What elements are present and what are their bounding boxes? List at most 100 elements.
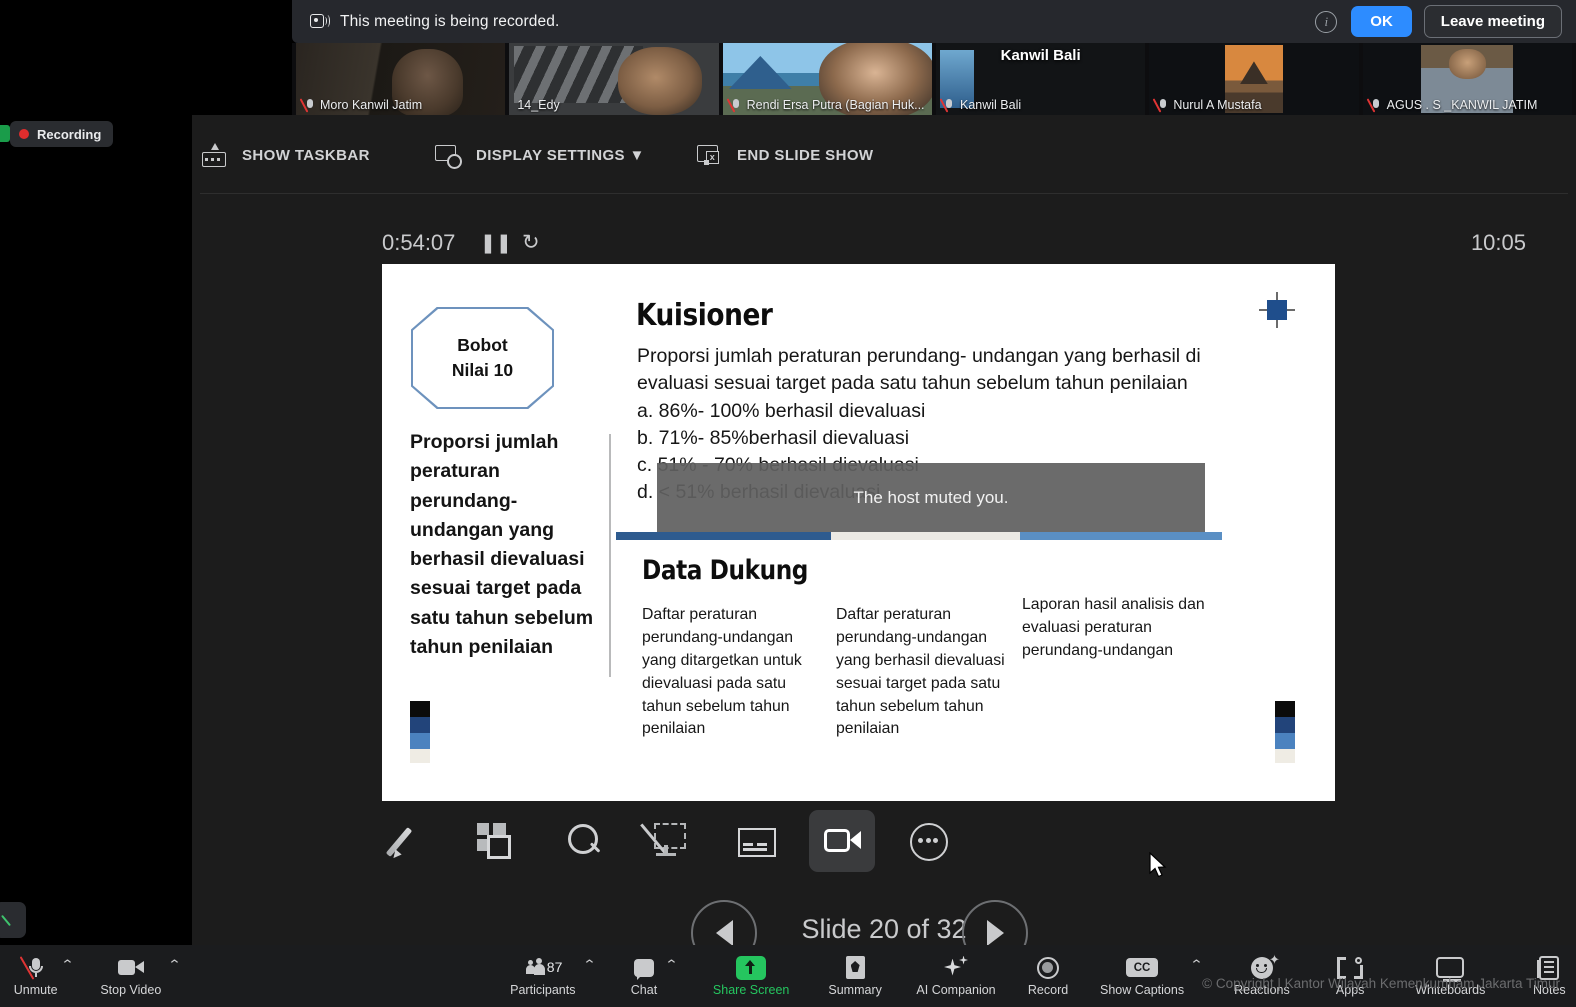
slide-thumbnails-button[interactable] [464,810,530,872]
camera-icon [117,959,144,977]
green-indicator [0,125,10,142]
participant-tile[interactable]: AGUS . S _KANWIL JATIM [1362,43,1572,115]
ai-companion-icon [943,955,969,980]
show-taskbar-button[interactable]: SHOW TASKBAR [200,143,370,167]
captions-caret-icon[interactable]: ⌃ [1189,957,1203,973]
magnifier-icon [564,821,604,861]
recording-camera-icon [310,13,330,30]
pen-icon [3,913,17,927]
video-options-caret-icon[interactable]: ⌃ [168,957,182,973]
participant-tile[interactable]: Rendi Ersa Putra (Bagian Huk... [722,43,932,115]
thumbnails-icon [477,821,517,861]
apps-icon [1337,956,1364,979]
whiteboards-label: Whiteboards [1415,982,1486,997]
pen-tool-button[interactable] [377,810,443,872]
show-taskbar-icon [200,143,226,167]
share-screen-icon [736,955,767,980]
question-text: Proporsi jumlah peraturan perundang- und… [637,345,1201,395]
recording-label: Recording [37,126,102,142]
host-muted-toast: The host muted you. [657,463,1205,532]
chat-button[interactable]: Chat ⌃ [621,945,679,1007]
end-slide-show-button[interactable]: x END SLIDE SHOW [695,143,873,167]
participant-name: Nurul A Mustafa [1173,98,1262,112]
ok-button[interactable]: OK [1351,6,1412,37]
annotation-pen-chip[interactable] [0,902,26,938]
notes-label: Notes [1533,982,1566,997]
stop-video-button[interactable]: Stop Video ⌃ [91,945,182,1007]
info-icon[interactable]: i [1315,10,1338,33]
support-column-3: Laporan hasil analisis dan evaluasi pera… [1022,596,1205,659]
participant-name: AGUS . S _KANWIL JATIM [1386,98,1538,112]
whiteboards-button[interactable]: Whiteboards [1404,945,1497,1007]
notes-button[interactable]: Notes [1523,945,1576,1007]
chat-caret-icon[interactable]: ⌃ [664,957,678,973]
participants-caret-icon[interactable]: ⌃ [583,957,597,973]
pen-icon [390,821,430,861]
mute-icon [944,98,955,112]
participant-name: 14_Edy [517,98,560,112]
weight-badge: Bobot Nilai 10 [413,309,552,407]
display-settings-icon [434,143,462,169]
share-screen-button[interactable]: Share Screen [707,945,796,1007]
ai-companion-button[interactable]: AI Companion [907,945,1006,1007]
host-muted-message: The host muted you. [853,487,1009,507]
participant-tile[interactable]: 14_Edy [509,43,719,115]
chat-icon [633,958,654,980]
mute-icon [1371,98,1382,112]
summary-button[interactable]: Summary [818,945,893,1007]
mute-icon [731,98,742,112]
participant-name: Rendi Ersa Putra (Bagian Huk... [746,98,925,112]
participant-name: Moro Kanwil Jatim [320,98,423,112]
share-screen-label: Share Screen [712,982,790,997]
subtitles-button[interactable] [723,810,789,872]
participant-tile[interactable]: Moro Kanwil Jatim [296,43,506,115]
show-captions-label: Show Captions [1100,982,1185,997]
weight-badge-line1: Bobot [457,334,508,355]
camera-button[interactable] [809,810,875,872]
option-b: b. 71%- 85%berhasil dievaluasi [637,426,910,449]
toolbar-divider [200,193,1568,194]
mute-icon [1157,98,1168,112]
chat-label: Chat [630,982,658,997]
recording-notification-bar: This meeting is being recorded. i OK Lea… [292,0,1576,43]
notes-icon [1537,955,1560,980]
reactions-icon: ✦ [1250,953,1280,979]
hide-slideshow-button[interactable] [637,810,703,872]
display-settings-label: DISPLAY SETTINGS ▼ [476,146,645,164]
record-dot-icon [19,129,29,139]
slide-divider-bars [616,532,1222,540]
recording-status-pill[interactable]: Recording [10,121,114,147]
slide-title: Kuisioner [636,298,773,333]
show-captions-button[interactable]: CC Show Captions ⌃ [1093,945,1203,1007]
elapsed-time: 0:54:07 [382,230,456,255]
end-slide-show-label: END SLIDE SHOW [737,146,874,164]
record-button[interactable]: Record [1017,945,1078,1007]
unmute-button[interactable]: Unmute ⌃ [8,945,75,1007]
participant-display-name: Kanwil Bali [1000,47,1081,64]
record-icon [1037,956,1060,979]
audio-options-caret-icon[interactable]: ⌃ [61,957,75,973]
participants-icon: 87 [525,957,562,978]
camera-icon [822,821,862,861]
reset-timer-button[interactable]: ↻ [522,230,540,255]
color-swatch-right [1275,701,1295,763]
participant-video-strip: Moro Kanwil Jatim 14_Edy Rendi Ersa Putr… [292,43,1576,115]
reactions-button[interactable]: ✦ Reactions [1225,945,1298,1007]
color-swatch-left [410,701,430,763]
option-a: a. 86%- 100% berhasil dievaluasi [637,399,926,422]
magnify-button[interactable] [551,810,617,872]
slide-canvas[interactable]: Bobot Nilai 10 Proporsi jumlah peraturan… [382,264,1335,801]
leave-meeting-button[interactable]: Leave meeting [1423,5,1562,38]
pause-timer-button[interactable]: ❚❚ [480,232,512,255]
display-settings-button[interactable]: DISPLAY SETTINGS ▼ [434,143,645,169]
participants-button[interactable]: 87 Participants ⌃ [500,945,597,1007]
more-options-button[interactable] [895,810,961,872]
record-label: Record [1027,982,1069,997]
captions-icon [736,821,776,861]
summary-icon [845,956,865,979]
slide-vertical-divider [609,434,611,677]
support-column-1: Daftar peraturan perundang-undangan yang… [642,606,802,738]
participant-tile[interactable]: Nurul A Mustafa [1149,43,1359,115]
participant-tile[interactable]: Kanwil Bali Kanwil Bali [935,43,1146,115]
apps-button[interactable]: Apps [1325,945,1376,1007]
